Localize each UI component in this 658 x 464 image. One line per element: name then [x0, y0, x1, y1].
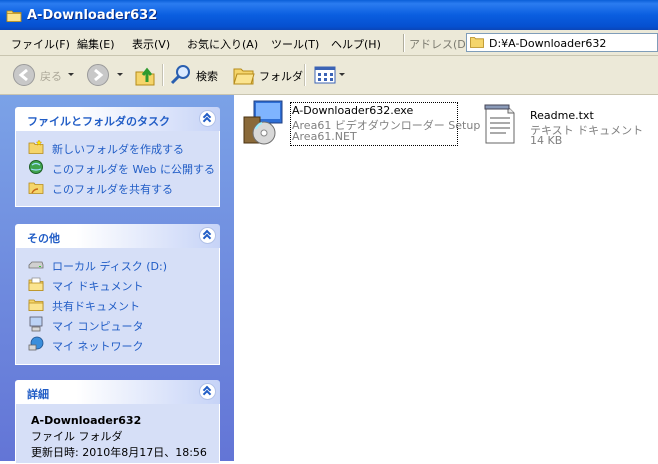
menu-view[interactable]: 表示(V) [132, 36, 170, 52]
folders-icon[interactable] [232, 63, 256, 87]
detail-modified-date: 更新日時: 2010年8月17日、18:56 [31, 446, 207, 459]
place-label: 共有ドキュメント [52, 300, 140, 313]
back-button-label[interactable]: 戻る [40, 68, 62, 84]
toolbar-separator [162, 64, 164, 86]
panel-header[interactable]: ファイルとフォルダのタスク [15, 107, 220, 131]
place-my-computer[interactable]: マイ コンピュータ [16, 314, 219, 334]
task-label: このフォルダを共有する [52, 183, 173, 196]
publish-web-icon [29, 160, 43, 174]
menu-edit[interactable]: 編集(E) [77, 36, 115, 52]
file-item[interactable]: Readme.txt テキスト ドキュメント 14 KB [480, 99, 643, 149]
menu-help[interactable]: ヘルプ(H) [331, 36, 381, 52]
other-places-panel: その他 ローカル ディスク (D:) マイ ドキュメント 共有ドキュメント マイ… [15, 224, 220, 365]
share-folder-icon [28, 182, 44, 194]
views-icon[interactable] [313, 63, 337, 87]
panel-body: ローカル ディスク (D:) マイ ドキュメント 共有ドキュメント マイ コンピ… [15, 248, 220, 365]
menu-favorites[interactable]: お気に入り(A) [187, 36, 258, 52]
file-item[interactable]: A-Downloader632.exe Area61 ビデオダウンローダー Se… [240, 99, 480, 149]
file-folder-tasks-panel: ファイルとフォルダのタスク 新しいフォルダを作成する このフォルダを Web に… [15, 107, 220, 207]
window-title: A-Downloader632 [27, 8, 158, 23]
panel-body: 新しいフォルダを作成する このフォルダを Web に公開する このフォルダを共有… [15, 131, 220, 207]
panel-title: 詳細 [27, 388, 49, 401]
title-bar: A-Downloader632 [0, 0, 658, 30]
place-label: マイ ネットワーク [52, 340, 144, 353]
chevron-down-icon[interactable] [339, 73, 345, 76]
address-label: アドレス(D) [409, 38, 471, 51]
task-publish-web[interactable]: このフォルダを Web に公開する [16, 157, 219, 177]
forward-arrow-icon[interactable] [86, 63, 110, 87]
place-label: ローカル ディスク (D:) [52, 260, 167, 273]
task-label: 新しいフォルダを作成する [52, 143, 184, 156]
my-documents-icon [28, 277, 44, 291]
panel-header[interactable]: 詳細 [15, 380, 220, 404]
detail-folder-name: A-Downloader632 [31, 414, 142, 427]
collapse-icon[interactable] [199, 227, 216, 244]
place-my-network[interactable]: マイ ネットワーク [16, 334, 219, 354]
collapse-icon[interactable] [199, 110, 216, 127]
file-name: A-Downloader632.exe [292, 104, 414, 117]
my-network-icon [28, 336, 44, 351]
details-panel: 詳細 A-Downloader632 ファイル フォルダ 更新日時: 2010年… [15, 380, 220, 464]
local-disk-icon [28, 261, 44, 269]
panel-body: A-Downloader632 ファイル フォルダ 更新日時: 2010年8月1… [15, 404, 220, 464]
menu-tools[interactable]: ツール(T) [271, 36, 319, 52]
place-local-disk[interactable]: ローカル ディスク (D:) [16, 254, 219, 274]
toolbar: 戻る 検索 フォルダ [0, 56, 658, 95]
address-value: D:¥A-Downloader632 [489, 37, 607, 50]
back-arrow-icon[interactable] [12, 63, 36, 87]
folders-button-label[interactable]: フォルダ [259, 68, 303, 84]
file-publisher: Area61.NET [292, 130, 357, 143]
place-shared-documents[interactable]: 共有ドキュメント [16, 294, 219, 314]
task-pane: ファイルとフォルダのタスク 新しいフォルダを作成する このフォルダを Web に… [0, 95, 234, 464]
detail-folder-type: ファイル フォルダ [31, 430, 123, 443]
address-separator [403, 34, 405, 52]
place-my-documents[interactable]: マイ ドキュメント [16, 274, 219, 294]
panel-header[interactable]: その他 [15, 224, 220, 248]
panel-title: その他 [27, 232, 60, 245]
search-icon[interactable] [169, 63, 193, 87]
task-share-folder[interactable]: このフォルダを共有する [16, 177, 219, 197]
toolbar-separator [304, 64, 306, 86]
new-folder-icon [28, 139, 44, 154]
shared-documents-icon [28, 299, 44, 311]
up-folder-icon[interactable] [133, 63, 157, 87]
text-document-icon [484, 104, 515, 144]
my-computer-icon [29, 316, 43, 332]
installer-icon [243, 100, 283, 145]
folder-icon [470, 37, 484, 48]
file-size: 14 KB [530, 134, 563, 147]
chevron-down-icon[interactable] [68, 73, 74, 76]
menu-file[interactable]: ファイル(F) [11, 36, 70, 52]
task-new-folder[interactable]: 新しいフォルダを作成する [16, 137, 219, 157]
file-list: A-Downloader632.exe Area61 ビデオダウンローダー Se… [234, 95, 658, 461]
task-label: このフォルダを Web に公開する [52, 163, 215, 176]
search-button-label[interactable]: 検索 [196, 68, 218, 84]
chevron-down-icon[interactable] [117, 73, 123, 76]
collapse-icon[interactable] [199, 383, 216, 400]
folder-icon [6, 10, 22, 22]
panel-title: ファイルとフォルダのタスク [27, 115, 170, 128]
place-label: マイ ドキュメント [52, 280, 144, 293]
file-name: Readme.txt [530, 109, 594, 122]
address-bar[interactable]: D:¥A-Downloader632 [466, 33, 658, 52]
place-label: マイ コンピュータ [52, 320, 144, 333]
